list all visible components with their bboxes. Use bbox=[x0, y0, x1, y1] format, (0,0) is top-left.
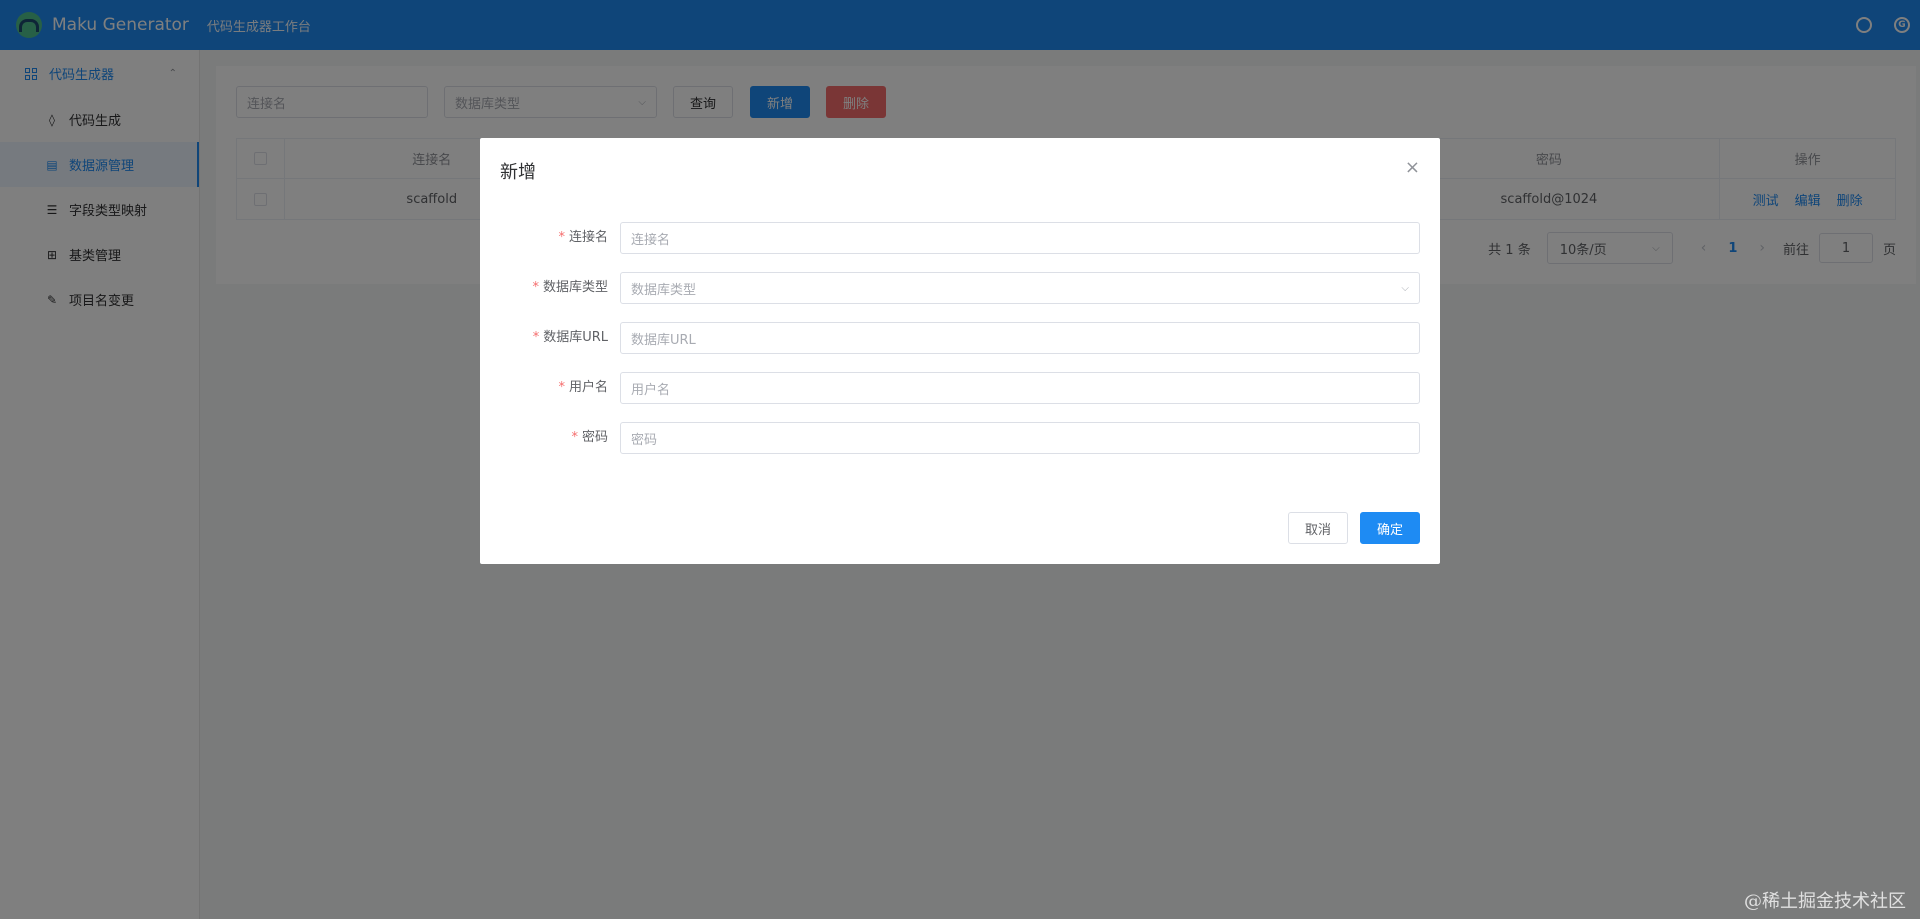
form-row-db-type: * 数据库类型 数据库类型 ⌵ bbox=[480, 272, 1440, 304]
conn-name-field[interactable]: 连接名 bbox=[620, 222, 1420, 254]
form-row-conn-name: * 连接名 连接名 bbox=[480, 222, 1440, 254]
cancel-button[interactable]: 取消 bbox=[1288, 512, 1348, 544]
username-field[interactable]: 用户名 bbox=[620, 372, 1420, 404]
chevron-down-icon: ⌵ bbox=[1401, 282, 1409, 294]
db-type-label: * 数据库类型 bbox=[532, 280, 608, 295]
conn-name-label: * 连接名 bbox=[558, 230, 608, 245]
db-url-field[interactable]: 数据库URL bbox=[620, 322, 1420, 354]
watermark: @稀土掘金技术社区 bbox=[1744, 891, 1906, 912]
form-row-db-url: * 数据库URL 数据库URL bbox=[480, 322, 1440, 354]
close-icon[interactable]: × bbox=[1405, 159, 1420, 177]
db-url-label: * 数据库URL bbox=[532, 330, 608, 345]
add-datasource-dialog: 新增 × * 连接名 连接名 * 数据库类型 数据库类型 ⌵ * 数据库URL 数据库… bbox=[480, 138, 1440, 564]
db-type-field[interactable]: 数据库类型 ⌵ bbox=[620, 272, 1420, 304]
form-row-username: * 用户名 用户名 bbox=[480, 372, 1440, 404]
form-row-password: * 密码 密码 bbox=[480, 422, 1440, 454]
username-label: * 用户名 bbox=[558, 380, 608, 395]
dialog-title: 新增 bbox=[500, 162, 536, 183]
confirm-button[interactable]: 确定 bbox=[1360, 512, 1420, 544]
db-type-field-placeholder: 数据库类型 bbox=[631, 282, 697, 298]
password-label: * 密码 bbox=[571, 430, 608, 445]
password-field[interactable]: 密码 bbox=[620, 422, 1420, 454]
